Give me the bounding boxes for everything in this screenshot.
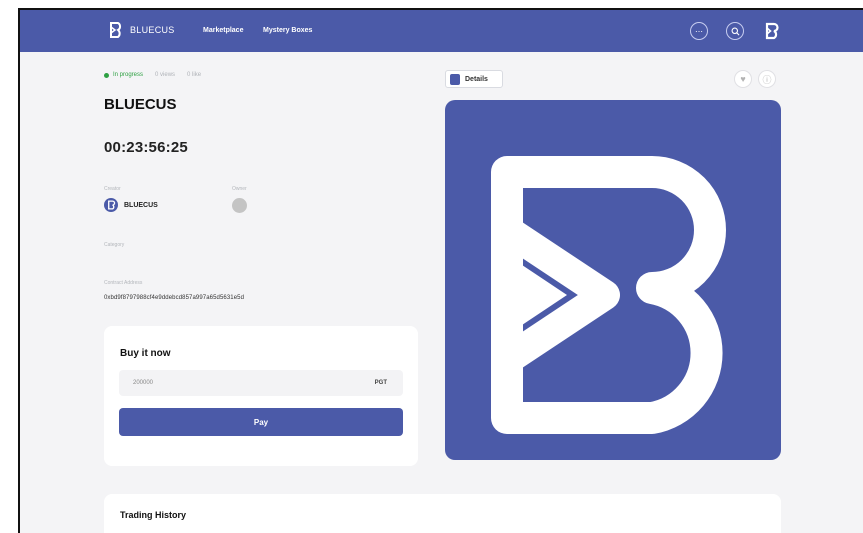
- category-label: Category: [104, 242, 125, 248]
- buy-now-title: Buy it now: [120, 348, 171, 359]
- status-label: In progress: [113, 72, 144, 78]
- price-field: 200000 PGT: [119, 370, 403, 396]
- owner-label: Owner: [232, 186, 247, 192]
- info-icon: ⓘ: [762, 74, 772, 85]
- bluecus-artwork-logo-icon: [491, 156, 726, 434]
- tab-details-label: Details: [465, 75, 488, 83]
- tab-details[interactable]: Details: [445, 70, 503, 88]
- more-options-button[interactable]: ⋯: [690, 22, 708, 40]
- info-button[interactable]: ⓘ: [758, 70, 776, 88]
- status-dot-icon: [104, 72, 109, 78]
- trading-history-title: Trading History: [120, 510, 187, 520]
- search-icon: [731, 27, 739, 35]
- item-title: BLUECUS: [104, 96, 177, 113]
- price-currency: PGT: [374, 380, 387, 386]
- buy-now-card: Buy it now 200000 PGT Pay: [104, 326, 418, 466]
- pay-button[interactable]: Pay: [119, 408, 403, 436]
- creator-name: BLUECUS: [124, 201, 158, 209]
- brand-name: BLUECUS: [130, 25, 175, 35]
- heart-icon: ♥: [740, 74, 746, 84]
- nft-artwork: [445, 100, 781, 460]
- top-navigation-bar: BLUECUS Marketplace Mystery Boxes ⋯: [20, 10, 863, 52]
- auction-countdown: 00:23:56:25: [104, 139, 188, 156]
- profile-button[interactable]: [764, 22, 780, 40]
- creator-link[interactable]: BLUECUS: [104, 198, 158, 212]
- document-icon: [450, 73, 460, 85]
- app-frame: BLUECUS Marketplace Mystery Boxes ⋯ In p…: [18, 8, 863, 533]
- brand-logo-link[interactable]: BLUECUS: [106, 20, 175, 40]
- creator-label: Creator: [104, 186, 121, 192]
- bluecus-logo-icon: [107, 200, 115, 210]
- status-bar: In progress 0 views 0 like: [104, 72, 209, 78]
- more-horizontal-icon: ⋯: [695, 26, 703, 36]
- creator-avatar: [104, 198, 118, 212]
- like-button[interactable]: ♥: [734, 70, 752, 88]
- bluecus-logo-icon: [110, 22, 122, 38]
- like-count: 0 like: [187, 72, 202, 78]
- view-count: 0 views: [155, 72, 176, 78]
- owner-avatar[interactable]: [232, 198, 247, 213]
- trading-history-card: Trading History: [104, 494, 781, 533]
- search-button[interactable]: [726, 22, 744, 40]
- contract-address[interactable]: 0xbd9f8797988cf4e9ddebcd857a997a65d5631e…: [104, 295, 244, 301]
- nav-marketplace[interactable]: Marketplace: [203, 27, 243, 34]
- price-value: 200000: [133, 380, 154, 386]
- contract-address-label: Contract Address: [104, 280, 143, 286]
- nav-mystery-boxes[interactable]: Mystery Boxes: [263, 27, 312, 34]
